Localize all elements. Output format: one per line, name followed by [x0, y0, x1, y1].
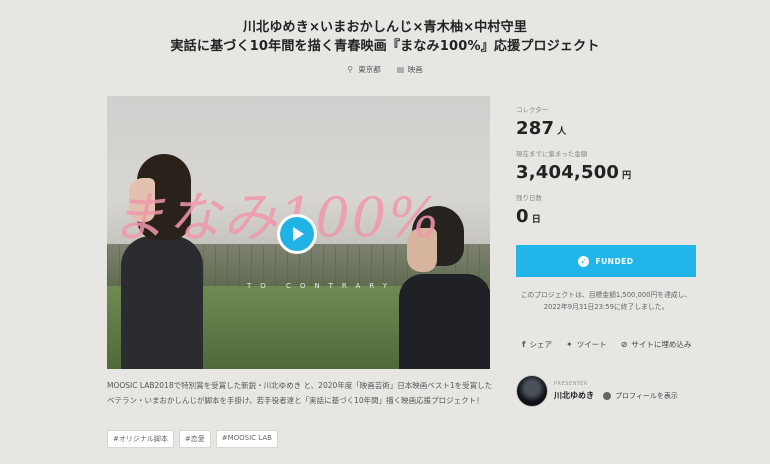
facebook-icon: f: [522, 340, 526, 349]
embed-label: サイトに埋め込み: [631, 340, 692, 349]
profile-link-label: プロフィールを表示: [615, 391, 678, 400]
presenter-info: PRESENTER 川北ゆめき プロフィールを表示: [554, 381, 678, 401]
title-line-1: 川北ゆめき×いまおかしんじ×青木柚×中村守里: [242, 20, 528, 35]
project-title: 川北ゆめき×いまおかしんじ×青木柚×中村守里 実話に基づく10年間を描く青春映画…: [0, 18, 770, 56]
girl-figure: [121, 236, 203, 369]
presenter-card: PRESENTER 川北ゆめき プロフィールを表示: [516, 375, 678, 407]
days-label: 残り日数: [516, 194, 542, 202]
days-stat: 残り日数 0日: [516, 192, 696, 227]
tag-original-script[interactable]: #オリジナル脚本: [107, 430, 174, 448]
project-meta: ⚲ 東京都 ▤ 映画: [0, 64, 770, 75]
film-icon: ▤: [396, 64, 405, 74]
location-link[interactable]: ⚲ 東京都: [347, 64, 381, 75]
title-line-2: 実話に基づく10年間を描く青春映画『まなみ100%』応援プロジェクト: [170, 39, 600, 54]
collectors-unit: 人: [557, 127, 567, 137]
collectors-label: コレクター: [516, 106, 549, 114]
days-value-row: 0日: [516, 206, 696, 227]
collectors-value: 287: [516, 118, 555, 139]
tag-moosic-lab[interactable]: #MOOSIC LAB: [215, 430, 278, 448]
play-button-circle: [280, 217, 314, 251]
days-unit: 日: [531, 215, 541, 225]
play-icon: [293, 227, 304, 241]
twitter-icon: ✦: [565, 340, 573, 349]
facebook-share-button[interactable]: f シェア: [522, 339, 552, 350]
project-description: MOOSIC LAB2018で特別賞を受賞した新鋭・川北ゆめき と、2020年度…: [107, 381, 493, 405]
map-pin-icon: ⚲: [347, 64, 354, 74]
avatar[interactable]: [516, 375, 548, 407]
twitter-share-button[interactable]: ✦ ツイート: [566, 339, 607, 350]
share-bar: f シェア ✦ ツイート ⊘ サイトに埋め込み: [522, 339, 691, 350]
amount-value: 3,404,500: [516, 162, 620, 183]
presenter-row: 川北ゆめき プロフィールを表示: [554, 390, 678, 401]
category-label: 映画: [407, 65, 423, 74]
user-icon: [603, 391, 611, 400]
boy-figure: [399, 274, 490, 369]
embed-button[interactable]: ⊘ サイトに埋め込み: [621, 339, 692, 350]
project-video[interactable]: まなみ100% TO CONTRARY: [107, 96, 490, 369]
funded-badge: ✓ FUNDED: [516, 245, 696, 277]
funding-note: このプロジェクトは、目標金額1,500,000円を達成し、2022年9月31日2…: [520, 291, 692, 311]
amount-unit: 円: [622, 171, 632, 181]
movie-logo-sub: TO CONTRARY: [247, 282, 396, 290]
presenter-label: PRESENTER: [554, 381, 588, 387]
collectors-stat: コレクター 287 人: [516, 104, 696, 139]
funded-label: FUNDED: [595, 256, 634, 266]
link-icon: ⊘: [620, 340, 628, 349]
amount-value-row: 3,404,500 円: [516, 162, 696, 183]
play-button[interactable]: [277, 214, 317, 254]
days-value: 0: [516, 206, 529, 227]
facebook-share-label: シェア: [529, 340, 552, 349]
profile-link[interactable]: プロフィールを表示: [603, 391, 678, 401]
amount-label: 現在までに集まった金額: [516, 150, 588, 158]
location-label: 東京都: [358, 65, 381, 74]
category-link[interactable]: ▤ 映画: [397, 64, 423, 75]
check-icon: ✓: [578, 255, 590, 267]
project-stats: コレクター 287 人 現在までに集まった金額 3,404,500 円 残り日数 0…: [516, 104, 696, 236]
amount-stat: 現在までに集まった金額 3,404,500 円: [516, 148, 696, 183]
collectors-value-row: 287 人: [516, 118, 696, 139]
tag-list: #オリジナル脚本 #恋愛 #MOOSIC LAB: [107, 430, 278, 448]
twitter-share-label: ツイート: [576, 340, 607, 349]
presenter-name[interactable]: 川北ゆめき: [554, 390, 594, 401]
tag-romance[interactable]: #恋愛: [178, 430, 211, 448]
